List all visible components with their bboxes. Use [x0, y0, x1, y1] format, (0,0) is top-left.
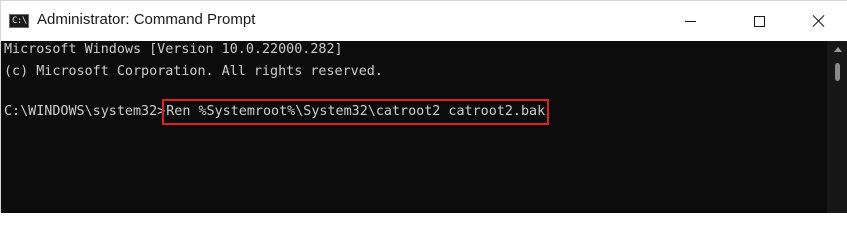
console-line-copyright: (c) Microsoft Corporation. All rights re…	[4, 64, 383, 79]
title-bar[interactable]: C:\. Administrator: Command Prompt	[1, 1, 847, 41]
scrollbar-thumb[interactable]	[835, 63, 840, 81]
minimize-icon	[684, 20, 696, 22]
cmd-icon: C:\.	[9, 14, 32, 28]
window-title: Administrator: Command Prompt	[37, 11, 256, 28]
highlighted-command: Ren %Systemroot%\System32\catroot2 catro…	[162, 99, 550, 125]
console-output[interactable]: Microsoft Windows [Version 10.0.22000.28…	[1, 41, 827, 213]
close-icon	[813, 15, 825, 27]
console-command-line: C:\WINDOWS\system32>Ren %Systemroot%\Sys…	[4, 99, 550, 125]
maximize-button[interactable]	[736, 1, 782, 41]
vertical-scrollbar[interactable]	[827, 41, 847, 213]
command-prompt-window: C:\. Administrator: Command Prompt Micro…	[0, 0, 847, 213]
maximize-icon	[753, 15, 765, 27]
cmd-icon-glyph: C:\.	[12, 16, 32, 26]
console-prompt: C:\WINDOWS\system32>	[4, 104, 166, 119]
close-button[interactable]	[796, 1, 842, 41]
minimize-button[interactable]	[667, 1, 713, 41]
console-line-version: Microsoft Windows [Version 10.0.22000.28…	[4, 42, 343, 57]
scroll-up-arrow-icon[interactable]	[834, 47, 842, 52]
